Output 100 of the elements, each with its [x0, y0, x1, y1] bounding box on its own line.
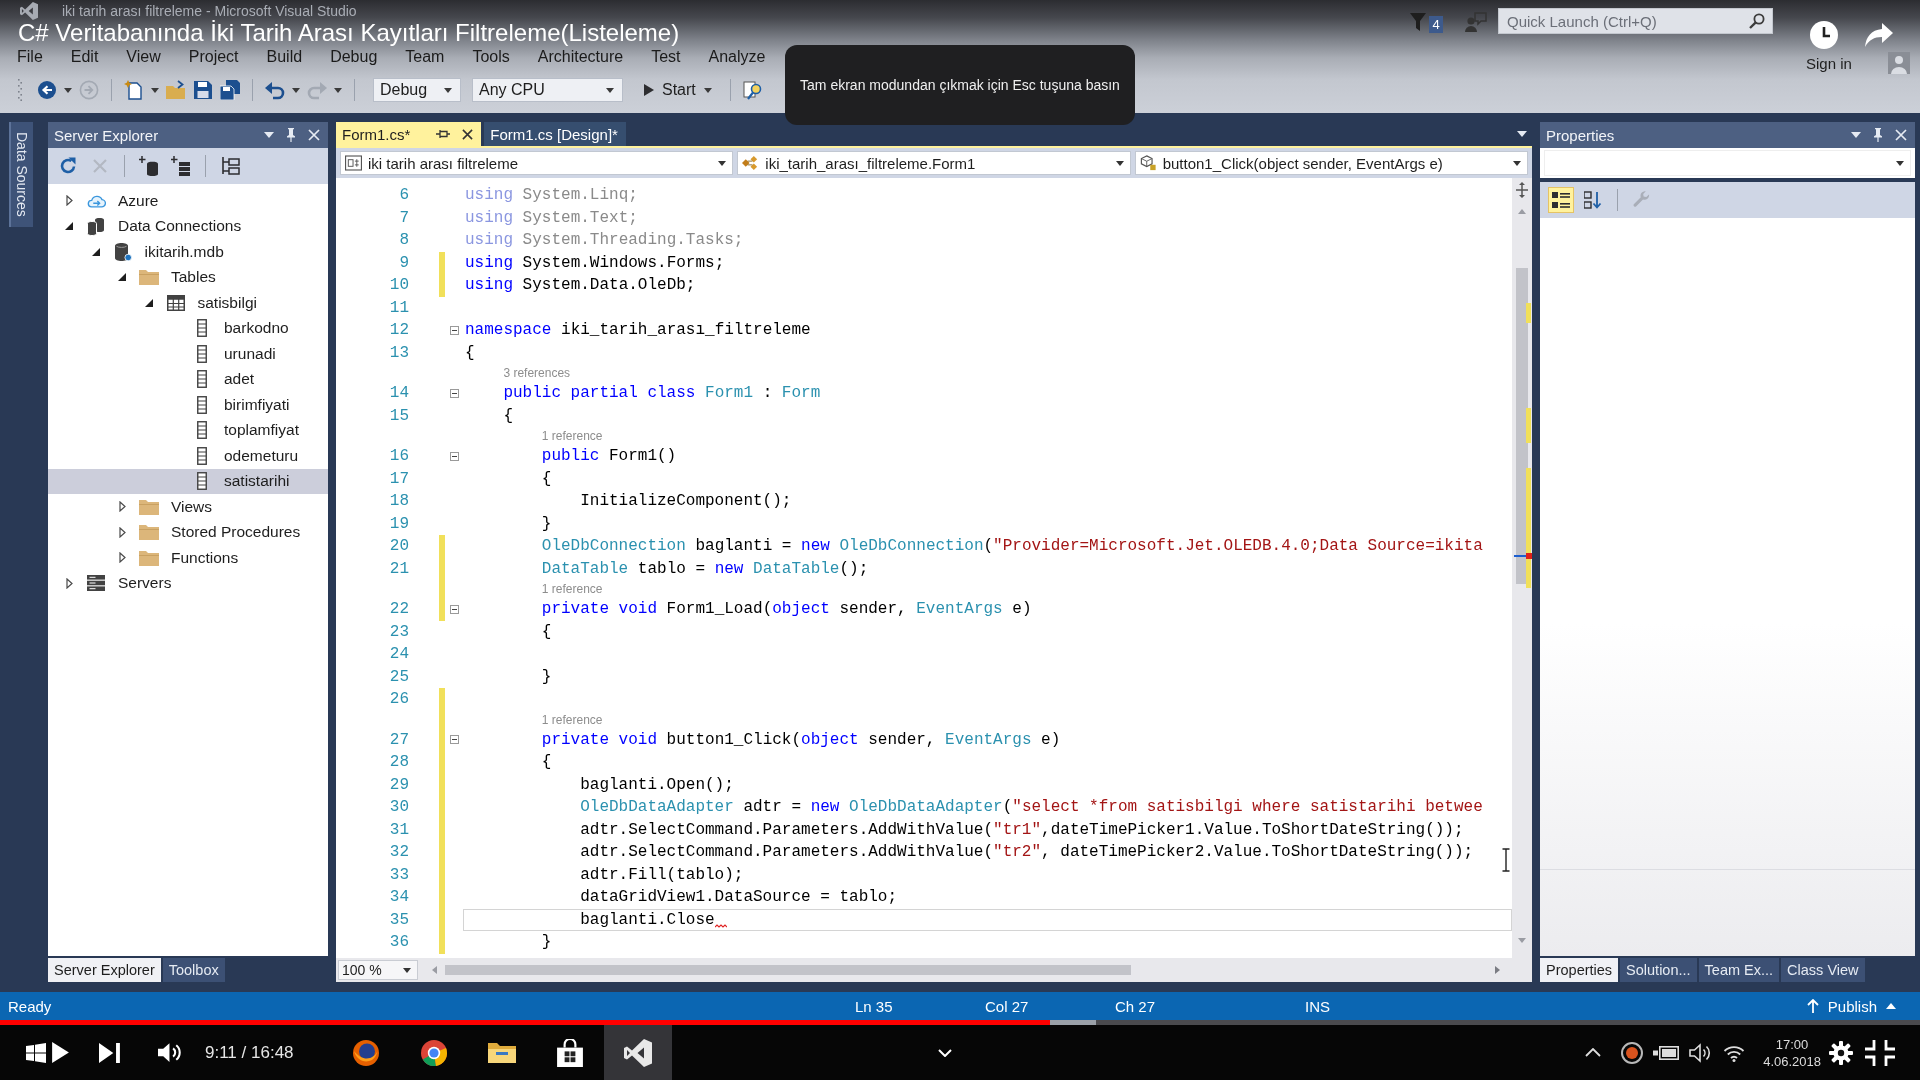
- panel-tab[interactable]: Solution...: [1620, 958, 1697, 982]
- collapse-icon[interactable]: [450, 388, 459, 398]
- caret-down-icon[interactable]: [1517, 131, 1527, 137]
- panel-tab[interactable]: Server Explorer: [48, 958, 161, 982]
- clock-icon[interactable]: [1809, 20, 1839, 50]
- exit-fullscreen-icon[interactable]: [1865, 1039, 1895, 1066]
- hierarchy-icon[interactable]: [220, 156, 240, 176]
- tree-item[interactable]: Functions: [48, 545, 328, 571]
- expanded-arrow-icon[interactable]: [91, 247, 100, 256]
- panel-tab[interactable]: Class View: [1781, 958, 1865, 982]
- save-icon[interactable]: [193, 80, 213, 100]
- collapsed-arrow-icon[interactable]: [118, 526, 126, 538]
- caret-icon[interactable]: [64, 87, 72, 93]
- expanded-arrow-icon[interactable]: [144, 298, 153, 307]
- configuration-dropdown[interactable]: Debug: [373, 78, 461, 102]
- video-title[interactable]: C# Veritabanında İki Tarih Arası Kayıtları Filtreleme(Listeleme): [0, 20, 680, 46]
- references-link[interactable]: 1 reference: [539, 580, 603, 598]
- notification-count[interactable]: 4: [1429, 16, 1443, 33]
- menu-item[interactable]: Test: [637, 47, 695, 67]
- collapse-icon[interactable]: [450, 325, 459, 335]
- references-link[interactable]: 1 reference: [539, 710, 603, 729]
- caret-icon[interactable]: [334, 87, 342, 93]
- collapse-icon[interactable]: [450, 451, 459, 461]
- navigation-dropdown[interactable]: iki_tarih_arası_filtreleme.Form1: [737, 151, 1131, 175]
- navigation-dropdown[interactable]: button1_Click(object sender, EventArgs e): [1134, 151, 1528, 175]
- save-all-icon[interactable]: [220, 80, 240, 100]
- pin-icon[interactable]: [286, 128, 296, 142]
- pin-icon[interactable]: [1873, 128, 1883, 142]
- progress-track[interactable]: [0, 1020, 1920, 1025]
- collapse-icon[interactable]: [450, 604, 459, 614]
- menu-item[interactable]: View: [112, 47, 175, 67]
- tree-item[interactable]: Stored Procedures: [48, 519, 328, 545]
- new-file-icon[interactable]: [124, 80, 144, 100]
- back-icon[interactable]: [37, 80, 57, 100]
- tree-item[interactable]: Views: [48, 494, 328, 520]
- menu-item[interactable]: File: [3, 47, 57, 67]
- tree-item[interactable]: Servers: [48, 570, 328, 596]
- start-button[interactable]: Start: [638, 81, 718, 99]
- tree-item[interactable]: Data Connections: [48, 213, 328, 239]
- pin-icon[interactable]: [436, 129, 451, 139]
- volume-icon[interactable]: [158, 1042, 183, 1063]
- side-tab[interactable]: Data Sources: [9, 122, 33, 227]
- collapsed-arrow-icon[interactable]: [65, 577, 73, 589]
- tree-item[interactable]: ikitarih.mdb: [48, 239, 328, 265]
- menu-item[interactable]: Architecture: [523, 47, 638, 67]
- zoom-dropdown[interactable]: 100 %: [338, 960, 418, 980]
- categorized-button[interactable]: [1548, 187, 1574, 213]
- references-link[interactable]: 1 reference: [539, 427, 603, 445]
- start-icon[interactable]: [26, 1042, 46, 1063]
- record-icon[interactable]: [1621, 1041, 1644, 1064]
- feedback-icon[interactable]: [1465, 12, 1487, 32]
- chevron-up-icon[interactable]: [1585, 1048, 1602, 1057]
- expanded-arrow-icon[interactable]: [118, 273, 126, 282]
- wifi-icon[interactable]: [1723, 1043, 1746, 1062]
- refresh-icon[interactable]: [58, 156, 78, 176]
- add-server-icon[interactable]: [171, 156, 191, 176]
- expanded-arrow-icon[interactable]: [65, 222, 73, 231]
- chevron-down-icon[interactable]: [937, 1048, 952, 1057]
- document-tab[interactable]: Form1.cs [Design]*: [484, 122, 626, 146]
- find-icon[interactable]: [742, 80, 763, 100]
- references-link[interactable]: 3 references: [501, 364, 571, 382]
- panel-tab[interactable]: Toolbox: [162, 958, 225, 982]
- menu-item[interactable]: Build: [252, 47, 317, 67]
- caret-down-icon[interactable]: [264, 132, 274, 138]
- quick-launch-field[interactable]: Quick Launch (Ctrl+Q): [1498, 8, 1773, 34]
- filter-icon[interactable]: [1410, 13, 1426, 31]
- tree-item[interactable]: Tables: [48, 264, 328, 290]
- sign-in-link[interactable]: Sign in: [1806, 54, 1852, 72]
- search-icon[interactable]: [1749, 13, 1765, 29]
- share-icon[interactable]: [1864, 22, 1894, 48]
- panel-tab[interactable]: Properties: [1540, 958, 1619, 982]
- play-icon[interactable]: [52, 1042, 69, 1063]
- navigation-dropdown[interactable]: iki tarih arası filtreleme: [340, 151, 734, 175]
- battery-icon[interactable]: [1653, 1044, 1680, 1061]
- next-icon[interactable]: [99, 1042, 121, 1063]
- menu-item[interactable]: Tools: [458, 47, 524, 67]
- tree-item[interactable]: satistarihi: [48, 468, 328, 494]
- tree-item[interactable]: adet: [48, 366, 328, 392]
- platform-dropdown[interactable]: Any CPU: [472, 78, 623, 102]
- menu-item[interactable]: Analyze: [694, 47, 780, 67]
- caret-down-icon[interactable]: [1851, 132, 1861, 138]
- collapse-icon[interactable]: [450, 735, 459, 744]
- caret-icon[interactable]: [292, 87, 300, 93]
- tree-item[interactable]: odemeturu: [48, 443, 328, 469]
- menu-item[interactable]: Debug: [316, 47, 392, 67]
- caret-icon[interactable]: [151, 87, 159, 93]
- tree-item[interactable]: Azure: [48, 188, 328, 214]
- close-icon[interactable]: [462, 128, 474, 140]
- taskbar-button[interactable]: [603, 1025, 672, 1080]
- collapsed-arrow-icon[interactable]: [118, 552, 126, 564]
- tree-item[interactable]: birimfiyati: [48, 392, 328, 418]
- tree-item[interactable]: satisbilgi: [48, 290, 328, 316]
- menu-item[interactable]: Edit: [56, 47, 113, 67]
- menu-item[interactable]: Team: [391, 47, 459, 67]
- collapsed-arrow-icon[interactable]: [118, 501, 126, 513]
- menu-item[interactable]: Project: [174, 47, 253, 67]
- collapsed-arrow-icon[interactable]: [65, 195, 73, 207]
- undo-icon[interactable]: [265, 80, 285, 100]
- panel-tab[interactable]: Team Ex...: [1698, 958, 1780, 982]
- publish-button[interactable]: Publish: [1796, 997, 1906, 1015]
